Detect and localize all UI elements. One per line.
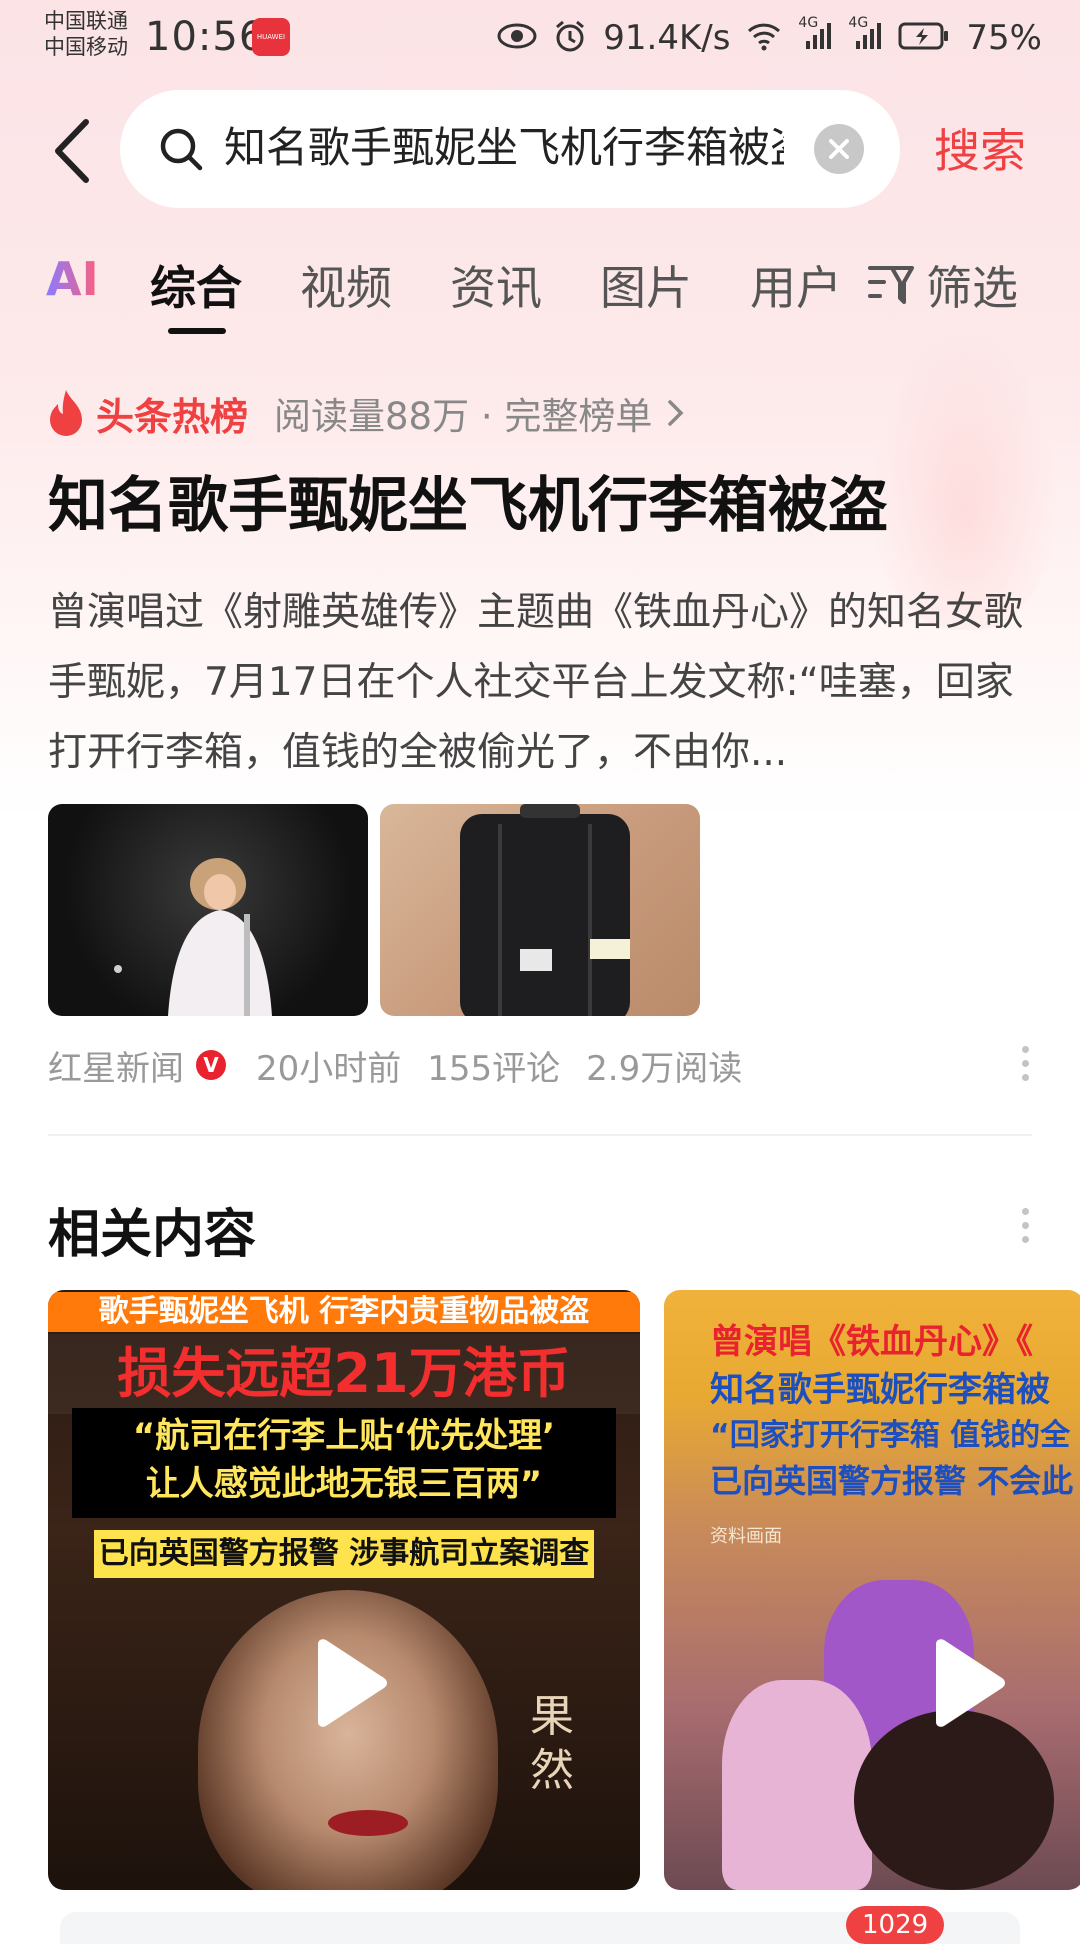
carrier-1: 中国联通 [44,9,128,33]
tab-news[interactable]: 资讯 [450,252,542,318]
article-reads: 2.9万阅读 [586,1048,743,1089]
article-image-suitcase[interactable] [380,804,700,1016]
battery-percent: 75% [966,18,1042,58]
hot-list-label: 头条热榜 [96,394,249,439]
play-icon [936,1639,1005,1727]
signal-2-label: 4G [848,15,869,31]
article-source[interactable]: 红星新闻 [48,1041,184,1090]
search-input[interactable]: 知名歌手甄妮坐飞机行李箱被盗 [224,118,784,178]
related-video-card-1[interactable]: 歌手甄妮坐飞机 行李内贵重物品被盗 损失远超21万港币 “航司在行李上贴‘优先处… [48,1290,640,1890]
filter-button[interactable]: 筛选 [866,252,1018,318]
carrier-info: 中国联通 中国移动 [44,8,128,60]
comment-count-badge: 1029 [846,1906,945,1944]
tab-comprehensive[interactable]: 综合 [150,252,242,318]
search-icon [160,128,203,171]
network-speed: 91.4K/s [603,18,731,58]
related-section-title: 相关内容 [48,1205,257,1265]
clear-search-button[interactable] [814,124,864,174]
tab-users[interactable]: 用户 [750,252,842,318]
video-2-figure-pink [722,1680,872,1890]
play-icon [318,1639,387,1727]
video-2-caption-2: 知名歌手甄妮行李箱被 [710,1370,1050,1410]
signal-4g-icon-1: 4G [798,15,832,55]
filter-label: 筛选 [926,261,1018,315]
video-2-caption-1: 曾演唱《铁血丹心》《 [710,1322,1033,1362]
status-time: 10:56 [145,14,266,60]
hot-list-header[interactable]: 头条热榜 阅读量88万 · 完整榜单 [46,385,688,441]
battery-charging-icon [898,21,950,55]
video-2-figure-dark [854,1710,1054,1890]
related-more-options-icon[interactable] [1020,1208,1030,1243]
filter-icon [868,266,914,304]
video-1-portrait [198,1590,498,1890]
chevron-right-icon [668,400,684,426]
video-1-caption-4: 让人感觉此地无银三百两” [145,1464,543,1504]
status-indicators: 91.4K/s 4G 4G 75% [497,14,1042,62]
alarm-icon [553,19,587,57]
video-1-portrait-lips [328,1810,408,1836]
video-2-caption-4: 已向英国警方报警 不会此 [710,1462,1074,1500]
search-category-tabs: AI 综合 视频 资讯 图片 用户 筛选 [0,248,1080,338]
article-more-options-icon[interactable] [1020,1046,1030,1081]
video-2-caption-3: “回家打开行李箱 值钱的全 [710,1418,1071,1453]
article-image-singer[interactable] [48,804,368,1016]
section-divider [48,1134,1032,1136]
close-icon [829,139,849,159]
hot-list-meta: 阅读量88万 · 完整榜单 [274,395,653,438]
signal-1-label: 4G [798,15,819,31]
notification-app-icon: HUAWEI [252,18,290,56]
wifi-icon [746,21,782,55]
eye-icon [497,21,537,55]
suitcase-illustration [460,804,630,1016]
carrier-2: 中国移动 [44,35,128,59]
signal-4g-icon-2: 4G [848,15,882,55]
singer-illustration [114,858,272,1016]
video-1-caption-1: 歌手甄妮坐飞机 行李内贵重物品被盗 [48,1292,640,1332]
video-1-watermark: 果然 [530,1691,574,1796]
tab-images[interactable]: 图片 [600,252,692,318]
article-summary[interactable]: 曾演唱过《射雕英雄传》主题曲《铁血丹心》的知名女歌手甄妮，7月17日在个人社交平… [48,578,1038,790]
tab-ai[interactable]: AI [46,252,99,306]
search-bar[interactable]: 知名歌手甄妮坐飞机行李箱被盗 [120,90,900,208]
video-2-archive-label: 资料画面 [710,1526,782,1547]
search-button[interactable]: 搜索 [934,118,1026,184]
related-video-card-2[interactable]: 曾演唱《铁血丹心》《 知名歌手甄妮行李箱被 “回家打开行李箱 值钱的全 已向英国… [664,1290,1080,1890]
video-1-caption-3: “航司在行李上贴‘优先处理’ [132,1416,556,1456]
active-tab-indicator [168,328,226,334]
status-bar: 中国联通 中国移动 10:56 HUAWEI 91.4K/s 4G 4G 75% [0,0,1080,80]
article-time: 20小时前 [256,1048,402,1089]
chevron-left-icon [55,119,89,183]
verified-badge-icon: V [196,1050,226,1080]
article-headline[interactable]: 知名歌手甄妮坐飞机行李箱被盗 [48,466,1048,546]
flame-icon [50,390,82,436]
article-comments: 155评论 [427,1048,561,1089]
article-meta: 红星新闻 V 20小时前 155评论 2.9万阅读 [48,1040,742,1090]
back-button[interactable] [50,118,94,184]
video-1-caption-2: 损失远超21万港币 [48,1334,640,1414]
video-1-caption-5: 已向英国警方报警 涉事航司立案调查 [94,1530,594,1578]
tab-video[interactable]: 视频 [300,252,392,318]
